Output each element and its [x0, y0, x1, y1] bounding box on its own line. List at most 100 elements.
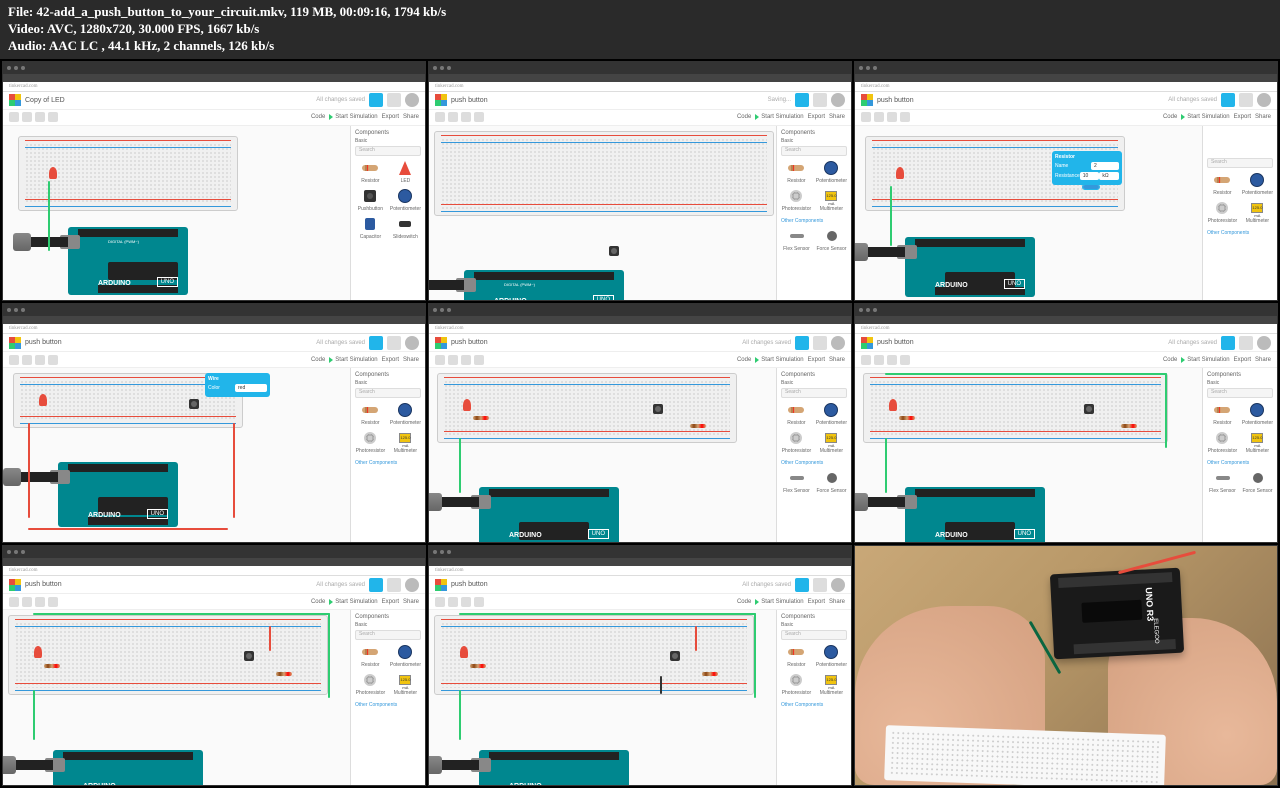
- code-button[interactable]: Code: [311, 599, 325, 605]
- breadboard[interactable]: [434, 131, 774, 216]
- resistor-1[interactable]: [899, 416, 915, 420]
- component-force[interactable]: Force Sensor: [816, 228, 847, 252]
- component-force[interactable]: Force Sensor: [1242, 470, 1273, 494]
- resistor-1[interactable]: [470, 664, 486, 668]
- sidebar-category[interactable]: Basic: [355, 622, 421, 628]
- breadboard[interactable]: [18, 136, 238, 211]
- share-button[interactable]: Share: [829, 599, 845, 605]
- component-resistor[interactable]: Resistor: [781, 644, 812, 668]
- component-photoresistor[interactable]: Photoresistor: [1207, 200, 1238, 224]
- wire-red[interactable]: [695, 626, 697, 651]
- share-button[interactable]: Share: [403, 114, 419, 120]
- share-button[interactable]: Share: [403, 357, 419, 363]
- led-component[interactable]: [34, 646, 42, 658]
- share-button[interactable]: Share: [829, 114, 845, 120]
- wire-green-2[interactable]: [754, 613, 756, 698]
- pushbutton-component[interactable]: [670, 651, 680, 661]
- copy-icon[interactable]: [9, 597, 19, 607]
- search-input[interactable]: Search: [355, 630, 421, 640]
- project-title[interactable]: push button: [25, 581, 62, 588]
- pushbutton-component[interactable]: [1084, 404, 1094, 414]
- breadboard[interactable]: [863, 373, 1168, 443]
- copy-icon[interactable]: [861, 112, 871, 122]
- code-button[interactable]: Code: [311, 114, 325, 120]
- other-components-link[interactable]: Other Components: [1207, 230, 1273, 236]
- grid-button[interactable]: [387, 578, 401, 592]
- resistance-input[interactable]: 10: [1080, 172, 1100, 180]
- led-component[interactable]: [460, 646, 468, 658]
- project-title[interactable]: push button: [451, 581, 488, 588]
- wire-properties-popup[interactable]: Wire Colorred: [205, 373, 270, 397]
- start-simulation-button[interactable]: Start Simulation: [755, 599, 803, 605]
- undo-icon[interactable]: [35, 597, 45, 607]
- settings-button[interactable]: [1221, 336, 1235, 350]
- copy-icon[interactable]: [435, 597, 445, 607]
- undo-icon[interactable]: [887, 355, 897, 365]
- component-flex[interactable]: Flex Sensor: [1207, 470, 1238, 494]
- grid-button[interactable]: [387, 336, 401, 350]
- pushbutton-dragging[interactable]: [609, 246, 619, 256]
- redo-icon[interactable]: [474, 597, 484, 607]
- sidebar-category[interactable]: Basic: [781, 138, 847, 144]
- resistor-2[interactable]: [1121, 424, 1137, 428]
- user-avatar[interactable]: [405, 336, 419, 350]
- component-potentiometer[interactable]: Potentiometer: [816, 644, 847, 668]
- component-flex[interactable]: Flex Sensor: [781, 470, 812, 494]
- search-input[interactable]: Search: [781, 146, 847, 156]
- undo-icon[interactable]: [35, 355, 45, 365]
- component-photoresistor[interactable]: Photoresistor: [355, 672, 386, 696]
- arduino-board[interactable]: DIGITAL (PWM~) ARDUINO UNO: [464, 270, 624, 301]
- grid-button[interactable]: [1239, 93, 1253, 107]
- copy-icon[interactable]: [435, 112, 445, 122]
- component-multimeter[interactable]: 125.0 mAMultimeter: [816, 672, 847, 696]
- arduino-board[interactable]: ARDUINO: [53, 750, 203, 786]
- settings-button[interactable]: [795, 578, 809, 592]
- component-flex[interactable]: Flex Sensor: [781, 228, 812, 252]
- canvas-main[interactable]: Wire Colorred ARDUINO UNO: [3, 368, 350, 542]
- copy-icon[interactable]: [9, 355, 19, 365]
- code-button[interactable]: Code: [1163, 357, 1177, 363]
- other-components-link[interactable]: Other Components: [781, 702, 847, 708]
- export-button[interactable]: Export: [382, 599, 399, 605]
- redo-icon[interactable]: [48, 112, 58, 122]
- led-component[interactable]: [889, 399, 897, 411]
- arduino-board[interactable]: ARDUINO UNO: [58, 462, 178, 527]
- export-button[interactable]: Export: [808, 357, 825, 363]
- project-title[interactable]: push button: [877, 339, 914, 346]
- arduino-board[interactable]: ARDUINO UNO: [905, 487, 1045, 543]
- start-simulation-button[interactable]: Start Simulation: [1181, 114, 1229, 120]
- sidebar-category[interactable]: Basic: [355, 138, 421, 144]
- grid-button[interactable]: [813, 336, 827, 350]
- component-potentiometer[interactable]: Potentiometer: [816, 402, 847, 426]
- start-simulation-button[interactable]: Start Simulation: [329, 599, 377, 605]
- wire-red[interactable]: [269, 626, 271, 651]
- delete-icon[interactable]: [22, 112, 32, 122]
- wire-green[interactable]: [890, 186, 892, 246]
- wire-black[interactable]: [660, 676, 662, 694]
- redo-icon[interactable]: [900, 112, 910, 122]
- settings-button[interactable]: [369, 578, 383, 592]
- search-input[interactable]: Search: [355, 146, 421, 156]
- wire-green[interactable]: [48, 181, 50, 251]
- color-select[interactable]: red: [235, 384, 267, 392]
- resistor-2[interactable]: [276, 672, 292, 676]
- pushbutton-component[interactable]: [244, 651, 254, 661]
- canvas-main[interactable]: Resistor Name2 Resistance10kΩ ARDUINO UN…: [855, 126, 1202, 300]
- wire-green-top[interactable]: [885, 373, 1167, 375]
- search-input[interactable]: Search: [355, 388, 421, 398]
- canvas-main[interactable]: ARDUINO: [429, 610, 776, 784]
- component-multimeter[interactable]: 125.0 mAMultimeter: [1242, 430, 1273, 454]
- search-input[interactable]: Search: [781, 630, 847, 640]
- other-components-link[interactable]: Other Components: [781, 460, 847, 466]
- sidebar-category[interactable]: Basic: [781, 622, 847, 628]
- grid-button[interactable]: [1239, 336, 1253, 350]
- component-photoresistor[interactable]: Photoresistor: [355, 430, 386, 454]
- other-components-link[interactable]: Other Components: [355, 702, 421, 708]
- redo-icon[interactable]: [48, 597, 58, 607]
- arduino-board[interactable]: DIGITAL (PWM~) ARDUINO UNO: [68, 227, 188, 295]
- undo-icon[interactable]: [461, 112, 471, 122]
- pushbutton-component[interactable]: [189, 399, 199, 409]
- share-button[interactable]: Share: [403, 599, 419, 605]
- led-component[interactable]: [39, 394, 47, 406]
- component-resistor[interactable]: Resistor: [355, 644, 386, 668]
